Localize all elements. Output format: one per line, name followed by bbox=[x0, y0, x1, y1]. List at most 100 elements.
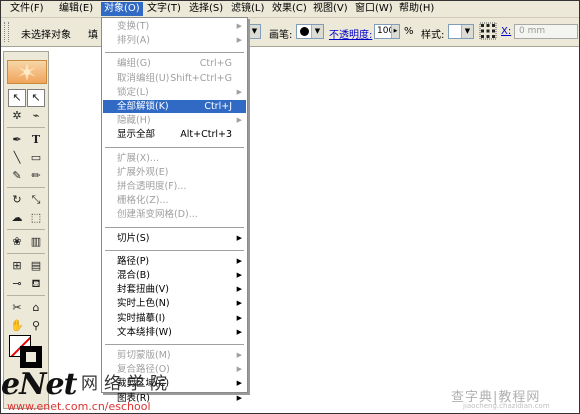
slice-tool-icon: ⌂ bbox=[32, 301, 40, 314]
scissors-tool[interactable]: ✂ bbox=[8, 299, 26, 317]
menu-item-19[interactable]: 混合(B) ▶ bbox=[103, 269, 246, 282]
eyedropper-tool-icon: ⊸ bbox=[12, 277, 22, 290]
menu-item-12[interactable]: 拼合透明度(F)... bbox=[103, 180, 246, 193]
menu-item-16[interactable]: 切片(S) ▶ bbox=[103, 232, 246, 245]
menu-help[interactable]: 帮助(H) bbox=[396, 2, 437, 16]
menu-item-18[interactable]: 路径(P) ▶ bbox=[103, 255, 246, 268]
menu-view[interactable]: 视图(V) bbox=[310, 2, 351, 16]
menu-item-0[interactable]: 变换(T) ▶ bbox=[103, 20, 246, 33]
magic-wand-tool[interactable]: ✲ bbox=[8, 107, 26, 125]
illustrator-logo-icon[interactable] bbox=[7, 60, 47, 84]
stroke-color-swatch[interactable] bbox=[20, 346, 42, 368]
paintbrush-tool[interactable]: ✎ bbox=[8, 167, 26, 185]
menu-separator bbox=[105, 52, 244, 54]
scale-tool[interactable]: ⤡ bbox=[27, 191, 45, 209]
zoom-tool[interactable]: ⚲ bbox=[27, 317, 45, 335]
menu-item-11[interactable]: 扩展外观(E) bbox=[103, 166, 246, 179]
type-tool[interactable]: T bbox=[27, 131, 45, 149]
menu-item-7[interactable]: 隐藏(H) ▶ bbox=[103, 114, 246, 127]
menu-file[interactable]: 文件(F) bbox=[7, 2, 47, 16]
menu-item-label: 实时上色(N) bbox=[117, 298, 170, 310]
style-label: 样式: bbox=[421, 30, 445, 41]
menu-item-21[interactable]: 实时上色(N) ▶ bbox=[103, 297, 246, 310]
menu-item-shortcut: Ctrl+J bbox=[204, 101, 232, 112]
gradient-tool[interactable]: ▤ bbox=[27, 257, 45, 275]
x-coordinate-field[interactable]: 0 mm bbox=[514, 24, 578, 39]
hand-tool[interactable]: ✋ bbox=[8, 317, 26, 335]
warp-tool[interactable]: ☁ bbox=[8, 209, 26, 227]
menu-window[interactable]: 窗口(W) bbox=[352, 2, 396, 16]
menu-item-14[interactable]: 创建渐变网格(D)... bbox=[103, 208, 246, 221]
line-tool[interactable]: ╲ bbox=[8, 149, 26, 167]
submenu-arrow-icon: ▶ bbox=[236, 379, 242, 388]
selection-tool-icon: ↖ bbox=[12, 91, 22, 104]
canvas-area[interactable] bbox=[1, 47, 579, 413]
chevron-down-icon: ▼ bbox=[461, 25, 473, 38]
live-paint-bucket-tool[interactable]: ⛾ bbox=[27, 275, 45, 293]
menu-effect[interactable]: 效果(C) bbox=[269, 2, 310, 16]
chevron-down-icon: ▼ bbox=[248, 25, 260, 38]
rectangle-tool[interactable]: ▭ bbox=[27, 149, 45, 167]
reference-point-icon[interactable] bbox=[479, 22, 497, 40]
menu-separator bbox=[105, 344, 244, 345]
rotate-tool-icon: ↻ bbox=[12, 193, 22, 206]
opacity-field[interactable]: 100 ▶ bbox=[374, 24, 400, 39]
mesh-tool[interactable]: ⊞ bbox=[8, 257, 26, 275]
direct-selection-tool[interactable]: ↖ bbox=[27, 89, 45, 107]
mesh-tool-icon: ⊞ bbox=[12, 259, 22, 272]
slice-tool[interactable]: ⌂ bbox=[27, 299, 45, 317]
submenu-arrow-icon: ▶ bbox=[236, 393, 242, 402]
submenu-arrow-icon: ▶ bbox=[236, 299, 242, 308]
menu-item-3[interactable]: 编组(G) Ctrl+G bbox=[103, 57, 246, 70]
stroke-dropdown[interactable]: ▼ bbox=[296, 24, 324, 39]
selection-tool[interactable]: ↖ bbox=[8, 89, 26, 107]
line-tool-icon: ╲ bbox=[13, 151, 21, 164]
menu-item-13[interactable]: 栅格化(Z)... bbox=[103, 194, 246, 207]
menu-item-4[interactable]: 取消编组(U) Shift+Ctrl+G bbox=[103, 72, 246, 85]
submenu-arrow-icon: ▶ bbox=[236, 36, 242, 45]
rotate-tool[interactable]: ↻ bbox=[8, 191, 26, 209]
control-bar: 未选择对象 填 ▼ 画笔: ▼ 不透明度: 100 ▶ % 样式: ▼ X: 0… bbox=[1, 18, 579, 47]
menu-item-label: 扩展(X)... bbox=[117, 152, 159, 164]
menu-item-label: 文本绕排(W) bbox=[117, 326, 172, 338]
chazidian-watermark-url: jiaocheng.chazidian.com bbox=[463, 402, 550, 410]
control-bar-grip[interactable] bbox=[4, 22, 9, 42]
symbol-sprayer-tool-icon: ❀ bbox=[12, 235, 22, 248]
menu-item-5[interactable]: 锁定(L) ▶ bbox=[103, 86, 246, 99]
menu-item-20[interactable]: 封套扭曲(V) ▶ bbox=[103, 283, 246, 296]
menu-item-label: 实时描摹(I) bbox=[117, 312, 166, 324]
menu-object[interactable]: 对象(O) bbox=[101, 2, 143, 16]
column-graph-tool-icon: ▥ bbox=[30, 235, 42, 248]
live-paint-bucket-tool-icon: ⛾ bbox=[31, 277, 41, 290]
style-dropdown[interactable]: ▼ bbox=[448, 24, 474, 39]
menu-edit[interactable]: 编辑(E) bbox=[56, 2, 96, 16]
fill-dropdown[interactable]: ▼ bbox=[247, 24, 261, 39]
eyedropper-tool[interactable]: ⊸ bbox=[8, 275, 26, 293]
free-transform-tool[interactable]: ⬚ bbox=[27, 209, 45, 227]
pen-tool-icon: ✒ bbox=[12, 133, 22, 146]
menu-item-label: 切片(S) bbox=[117, 232, 150, 244]
menu-select[interactable]: 选择(S) bbox=[186, 2, 226, 16]
menu-type[interactable]: 文字(T) bbox=[144, 2, 184, 16]
menu-item-label: 排列(A) bbox=[117, 35, 150, 47]
menu-bar: 文件(F) 编辑(E) 对象(O) 文字(T) 选择(S) 滤镜(L) 效果(C… bbox=[1, 1, 579, 18]
x-label[interactable]: X: bbox=[501, 26, 511, 37]
menu-separator bbox=[105, 146, 244, 148]
menu-item-label: 编组(G) bbox=[117, 58, 151, 70]
menu-item-6[interactable]: 全部解锁(K) Ctrl+J bbox=[103, 100, 246, 113]
lasso-tool[interactable]: ⌁ bbox=[27, 107, 45, 125]
symbol-sprayer-tool[interactable]: ❀ bbox=[8, 233, 26, 251]
pen-tool[interactable]: ✒ bbox=[8, 131, 26, 149]
menu-item-10[interactable]: 扩展(X)... bbox=[103, 152, 246, 165]
menu-item-22[interactable]: 实时描摹(I) ▶ bbox=[103, 312, 246, 325]
pencil-tool[interactable]: ✏ bbox=[27, 167, 45, 185]
opacity-link[interactable]: 不透明度: bbox=[329, 26, 372, 41]
menu-item-25[interactable]: 剪切蒙版(M) ▶ bbox=[103, 349, 246, 362]
menu-item-label: 取消编组(U) bbox=[117, 72, 170, 84]
menu-item-23[interactable]: 文本绕排(W) ▶ bbox=[103, 326, 246, 339]
toolbox-divider bbox=[7, 187, 45, 188]
column-graph-tool[interactable]: ▥ bbox=[27, 233, 45, 251]
menu-item-1[interactable]: 排列(A) ▶ bbox=[103, 34, 246, 47]
menu-item-8[interactable]: 显示全部 Alt+Ctrl+3 bbox=[103, 128, 246, 141]
menu-filter[interactable]: 滤镜(L) bbox=[228, 2, 267, 16]
